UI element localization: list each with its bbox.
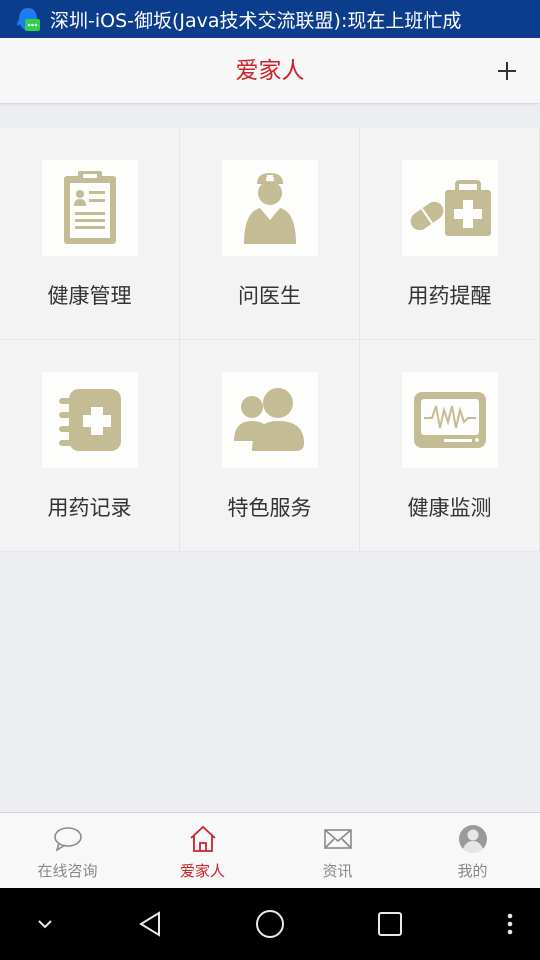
grid-item-label: 健康监测 [407,496,492,520]
grid-item-label: 健康管理 [47,284,132,308]
grid-item-ask-doctor[interactable]: 问医生 [180,128,360,340]
tab-online-consult[interactable]: 在线咨询 [0,813,135,888]
status-bar: 深圳-iOS-御坂(Java技术交流联盟):现在上班忙成 [0,0,540,38]
back-icon[interactable] [132,906,168,942]
people-icon [222,372,318,468]
grid-item-label: 用药提醒 [407,284,492,308]
tab-news[interactable]: 资讯 [270,813,405,888]
grid-item-special-services[interactable]: 特色服务 [180,340,360,552]
notification-text: 深圳-iOS-御坂(Java技术交流联盟):现在上班忙成 [50,9,462,32]
home-icon [187,823,219,855]
home-circle-icon[interactable] [252,906,288,942]
qq-chat-icon [14,4,42,34]
feature-grid: 健康管理 问医生 用药提醒 用药记录 特色服务 健康监测 [0,128,540,552]
chat-bubble-icon [52,823,84,855]
tab-label: 在线咨询 [37,862,98,880]
tab-label: 爱家人 [179,862,225,880]
plus-icon [498,62,516,80]
grid-item-medication-record[interactable]: 用药记录 [0,340,180,552]
medical-notebook-icon [42,372,138,468]
bottom-tab-bar: 在线咨询 爱家人 资讯 我的 [0,812,540,888]
grid-item-health-management[interactable]: 健康管理 [0,128,180,340]
page-title: 爱家人 [235,58,305,84]
recents-icon[interactable] [372,906,408,942]
heart-monitor-icon [402,372,498,468]
nurse-icon [222,160,318,256]
system-nav-bar [0,888,540,960]
user-icon [457,823,489,855]
tab-label: 资讯 [322,862,353,880]
grid-item-health-monitoring[interactable]: 健康监测 [360,340,540,552]
grid-item-label: 问医生 [238,284,301,308]
tab-label: 我的 [457,862,488,880]
chevron-down-icon[interactable] [30,906,60,942]
grid-item-label: 特色服务 [227,496,312,520]
clipboard-icon [42,160,138,256]
more-icon[interactable] [498,906,522,942]
grid-item-medication-reminder[interactable]: 用药提醒 [360,128,540,340]
grid-item-label: 用药记录 [47,496,132,520]
mail-icon [322,823,354,855]
add-button[interactable] [488,52,526,90]
tab-mine[interactable]: 我的 [405,813,540,888]
app-header: 爱家人 [0,38,540,104]
medicine-kit-icon [402,160,498,256]
tab-family[interactable]: 爱家人 [135,813,270,888]
